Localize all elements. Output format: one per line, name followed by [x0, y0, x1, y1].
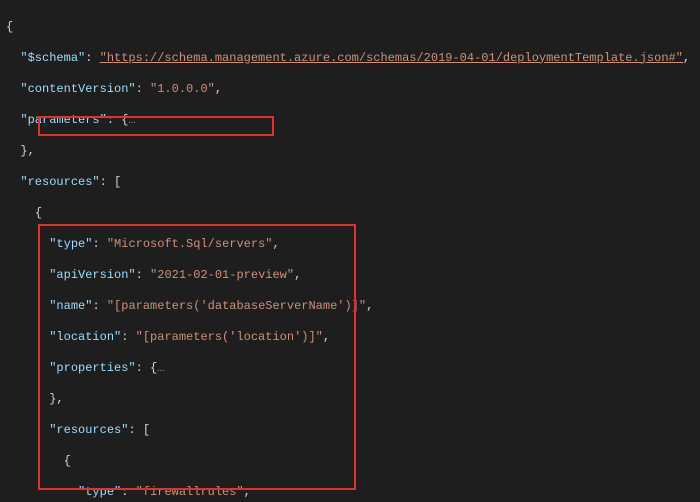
code-line: { — [6, 206, 700, 222]
code-line: "$schema": "https://schema.management.az… — [6, 51, 700, 67]
code-line: }, — [6, 144, 700, 160]
code-line: { — [6, 454, 700, 470]
code-line: "parameters": {… — [6, 113, 700, 129]
json-editor[interactable]: { "$schema": "https://schema.management.… — [0, 0, 700, 502]
code-line: "apiVersion": "2021-02-01-preview", — [6, 268, 700, 284]
code-line: "resources": [ — [6, 423, 700, 439]
code-line: "resources": [ — [6, 175, 700, 191]
highlight-box-nested-resources — [38, 224, 356, 490]
code-line: "location": "[parameters('location')]", — [6, 330, 700, 346]
code-line: "type": "firewallrules", — [6, 485, 700, 501]
code-line: "properties": {… — [6, 361, 700, 377]
code-line: "name": "[parameters('databaseServerName… — [6, 299, 700, 315]
code-line: { — [6, 20, 700, 36]
code-line: "type": "Microsoft.Sql/servers", — [6, 237, 700, 253]
code-line: }, — [6, 392, 700, 408]
code-line: "contentVersion": "1.0.0.0", — [6, 82, 700, 98]
